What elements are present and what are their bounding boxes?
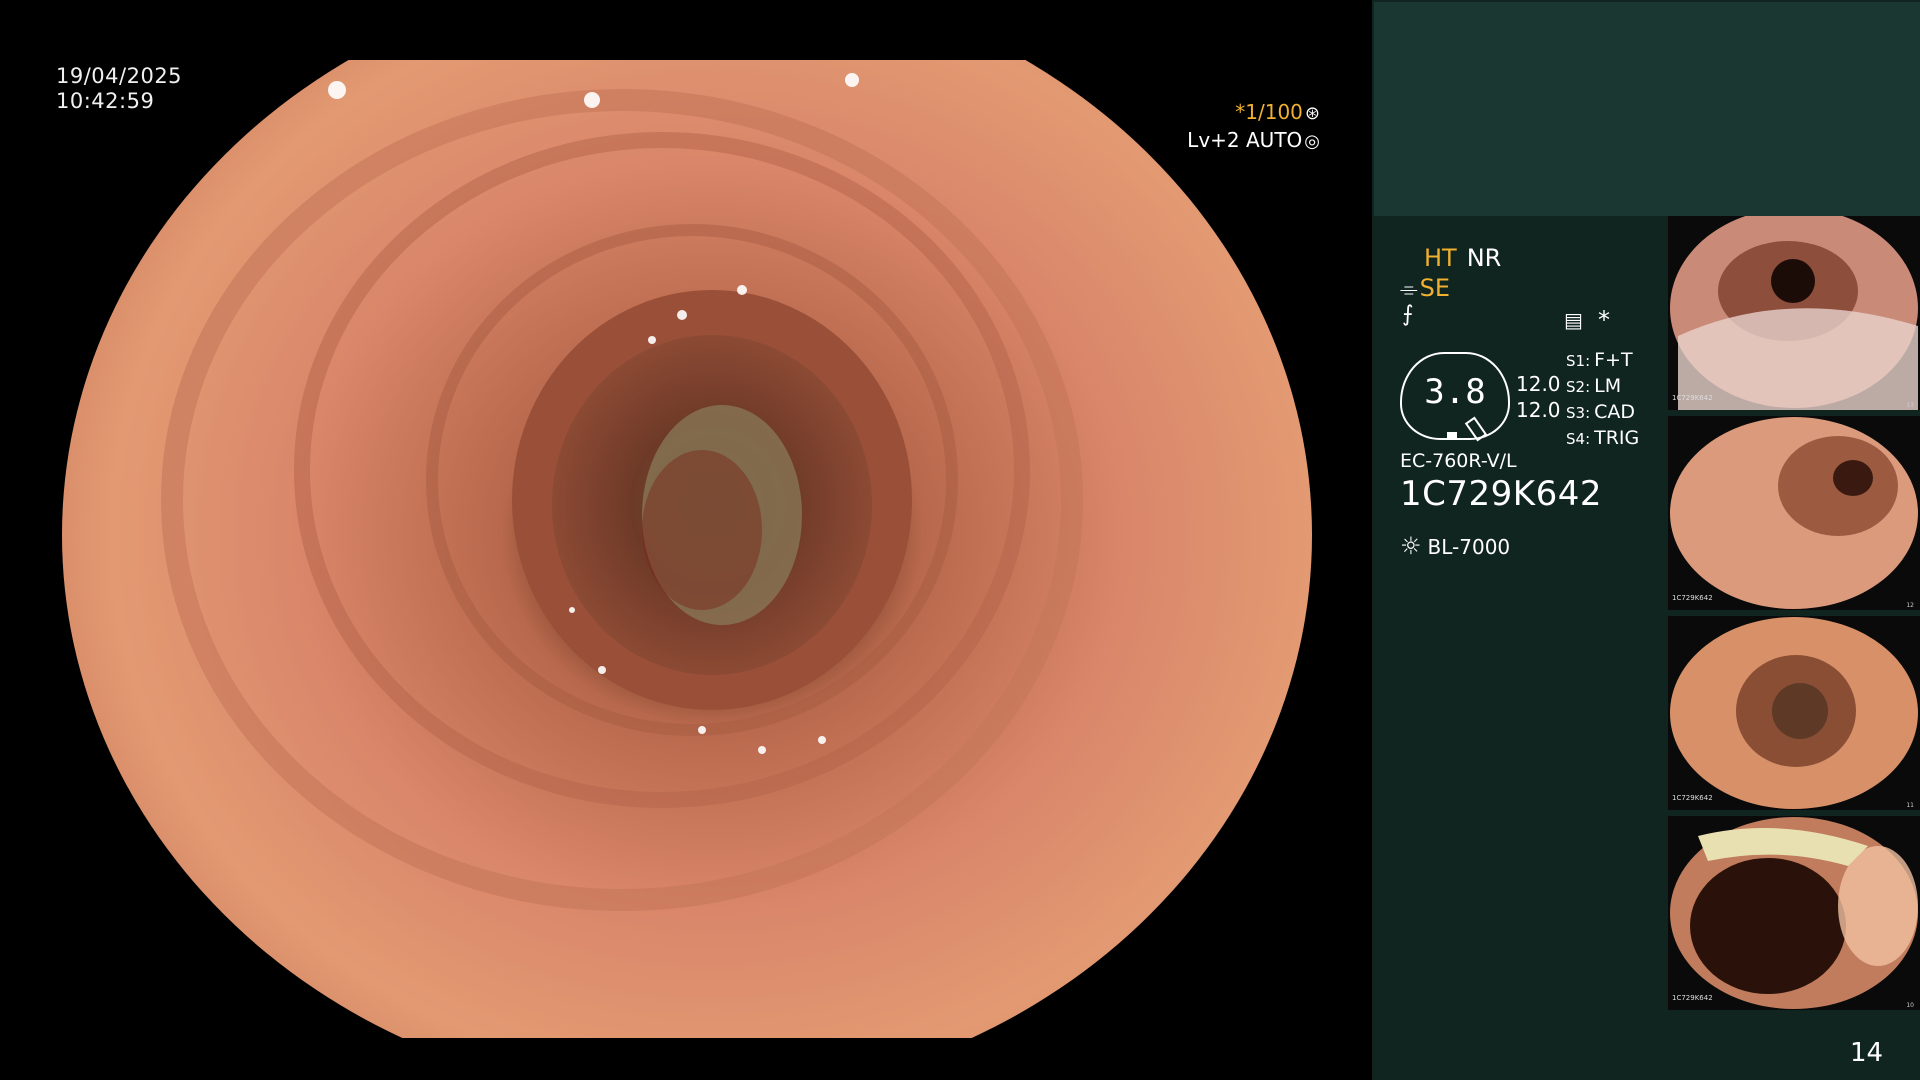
thumbnail-id: 1C729K642 — [1672, 994, 1713, 1002]
light-source-icon: ☼ — [1400, 532, 1422, 560]
level-text: Lv+2 — [1187, 128, 1240, 152]
endoscopic-image — [62, 60, 1312, 1038]
endoscope-main-view — [0, 0, 1372, 1080]
switch-row-4: S4: TRIG — [1566, 427, 1640, 449]
exposure-mode: Lv+2 AUTO ◎ — [1180, 128, 1320, 152]
switch-assignments: S1: F+T S2: LM S3: CAD S4: TRIG — [1566, 348, 1639, 452]
datetime-overlay: 19/04/2025 10:42:59 — [56, 64, 182, 114]
ht-label: HT — [1424, 244, 1457, 272]
page-number: 14 — [1850, 1038, 1884, 1068]
structure-enhance-icon: ⌯ — [1400, 277, 1418, 302]
scope-serial: 1C729K642 — [1400, 474, 1602, 514]
thumbnail-number: 13 — [1906, 402, 1914, 409]
nr-label: NR — [1466, 244, 1502, 272]
thumbnail-id: 1C729K642 — [1672, 394, 1713, 402]
info-panel-header — [1374, 2, 1920, 216]
shutter-text: *1/100 — [1235, 100, 1303, 124]
light-source-text: BL-7000 — [1427, 535, 1511, 559]
thumbnail-id: 1C729K642 — [1672, 594, 1713, 602]
time-text: 10:42:59 — [56, 89, 155, 113]
value-2: 12.0 — [1516, 398, 1561, 422]
se-row: ⌯SE — [1400, 274, 1450, 302]
shutter-speed: *1/100 ⊛ — [1200, 100, 1320, 124]
gauge-value: 3.8 — [1424, 372, 1486, 412]
aperture-icon: ⊛ — [1304, 103, 1320, 124]
switch-row-2: S2: LM — [1566, 375, 1622, 397]
se-label: SE — [1419, 274, 1451, 302]
value-1: 12.0 — [1516, 372, 1561, 396]
date-text: 19/04/2025 — [56, 64, 183, 88]
thumbnail-3[interactable]: 1C729K642 11 — [1668, 616, 1920, 810]
memory-icon: ▤ — [1564, 308, 1583, 332]
switch-row-1: S1: F+T — [1566, 349, 1633, 371]
auto-iris-icon: ◎ — [1304, 131, 1320, 152]
ht-nr-row: HT NR — [1424, 244, 1501, 272]
thumbnail-number: 11 — [1906, 802, 1914, 809]
switch-row-3: S3: CAD — [1566, 401, 1636, 423]
thumbnail-number: 10 — [1906, 1002, 1914, 1009]
scope-model: EC-760R-V/L — [1400, 450, 1517, 472]
thumbnail-2[interactable]: 1C729K642 12 — [1668, 416, 1920, 610]
mode-text: AUTO — [1246, 128, 1303, 152]
thumbnail-4[interactable]: 1C729K642 10 — [1668, 816, 1920, 1010]
thumbnail-1[interactable]: 1C729K642 13 — [1668, 216, 1920, 410]
asterisk-icon: * — [1598, 306, 1610, 334]
thumbnail-number: 12 — [1906, 602, 1914, 609]
thumbnail-id: 1C729K642 — [1672, 794, 1713, 802]
function-icon: ⨍ — [1402, 302, 1414, 327]
light-source: ☼ BL-7000 — [1400, 532, 1510, 560]
gauge-indicator — [1447, 432, 1457, 440]
